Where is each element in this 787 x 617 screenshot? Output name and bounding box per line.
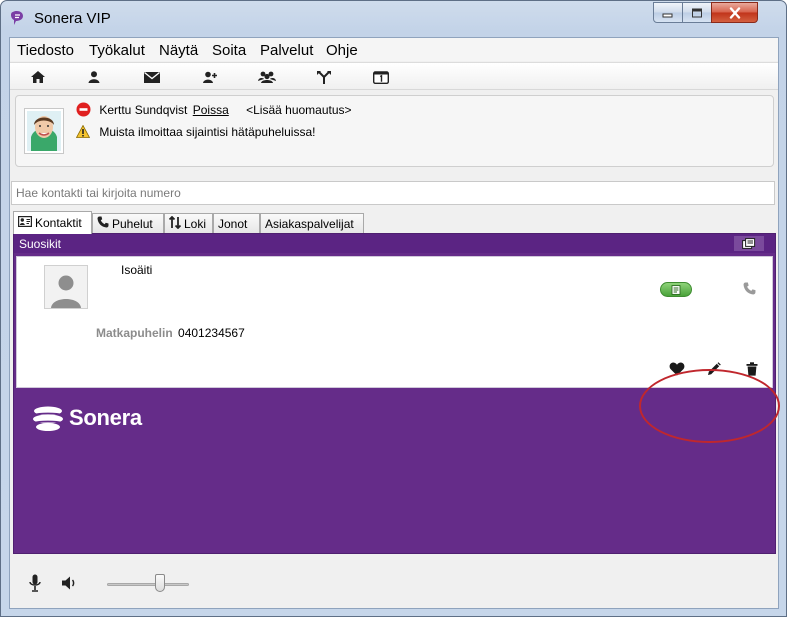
tab-jonot[interactable]: Jonot <box>213 213 260 233</box>
default-avatar-icon <box>51 275 81 308</box>
add-contact-icon[interactable] <box>201 69 219 85</box>
log-icon <box>168 215 182 232</box>
volume-slider-track[interactable] <box>107 583 189 586</box>
favorites-title: Suosikit <box>19 237 62 251</box>
minimize-icon <box>662 13 673 17</box>
app-logo-icon <box>10 10 26 26</box>
tab-asiakaspalvelijat[interactable]: Asiakaspalvelijat <box>260 213 364 233</box>
trash-icon <box>746 362 758 376</box>
close-icon <box>729 6 740 19</box>
menu-soita[interactable]: Soita <box>212 42 246 59</box>
mail-icon[interactable] <box>143 69 161 85</box>
add-note-field[interactable]: <Lisää huomautus> <box>246 103 351 117</box>
volume-slider-thumb[interactable] <box>155 574 165 592</box>
search-input[interactable] <box>12 182 774 204</box>
person-icon[interactable] <box>85 69 103 85</box>
audio-controls <box>10 558 778 608</box>
toolbar <box>10 62 778 90</box>
cards-icon <box>742 238 756 249</box>
menu-tiedosto[interactable]: Tiedosto <box>17 42 74 59</box>
tab-strip: Kontaktit Puhelut Loki Jonot Asiakaspalv… <box>13 211 773 234</box>
tab-label: Jonot <box>218 216 248 231</box>
chat-button[interactable] <box>660 282 692 297</box>
menu-bar: Tiedosto Työkalut Näytä Soita Palvelut O… <box>10 38 778 61</box>
brand-name: Sonera <box>69 405 142 430</box>
menu-palvelut[interactable]: Palvelut <box>260 42 313 59</box>
phone-icon <box>743 282 755 294</box>
calendar-icon[interactable] <box>372 69 390 85</box>
contact-photo <box>44 265 88 309</box>
contact-name: Isoäiti <box>121 263 153 277</box>
title-bar: Sonera VIP <box>1 1 786 35</box>
tab-label: Asiakaspalvelijat <box>265 216 354 231</box>
maximize-icon <box>692 8 702 17</box>
favorites-header: Suosikit <box>14 234 775 253</box>
main-client-area: Tiedosto Työkalut Näytä Soita Palvelut O… <box>9 37 780 609</box>
call-button[interactable] <box>741 280 757 296</box>
maximize-button[interactable] <box>682 2 712 23</box>
home-icon[interactable] <box>29 69 47 85</box>
phone-icon <box>97 216 109 231</box>
phone-row: Matkapuhelin 0401234567 <box>96 326 245 340</box>
contact-card-icon <box>18 216 33 230</box>
user-photo-icon <box>27 111 61 151</box>
tab-label: Kontaktit <box>35 216 82 230</box>
chat-icon <box>671 284 681 295</box>
window-title: Sonera VIP <box>34 10 111 27</box>
user-status-panel: Kerttu Sundqvist Poissa <Lisää huomautus… <box>15 95 774 167</box>
avatar[interactable] <box>24 108 64 154</box>
menu-nayta[interactable]: Näytä <box>159 42 198 59</box>
menu-tyokalut[interactable]: Työkalut <box>89 42 145 59</box>
brand-logo: Sonera <box>31 401 142 435</box>
transfer-icon[interactable] <box>315 69 333 85</box>
presence-status-link[interactable]: Poissa <box>193 103 229 117</box>
phone-type-label: Matkapuhelin <box>96 326 173 340</box>
contacts-content: Suosikit Isoäiti Matkapuhelin 0401234567… <box>13 233 780 554</box>
sonera-logo-icon <box>33 406 63 431</box>
warning-text: Muista ilmoittaa sijaintisi hätäpuheluis… <box>99 125 316 139</box>
menu-ohje[interactable]: Ohje <box>326 42 358 59</box>
warning-icon <box>75 124 91 141</box>
tab-label: Loki <box>184 216 207 231</box>
highlight-annotation <box>639 369 780 443</box>
close-button[interactable] <box>711 2 758 23</box>
contact-card[interactable]: Isoäiti Matkapuhelin 0401234567 <box>16 256 773 388</box>
status-line: Kerttu Sundqvist Poissa <Lisää huomautus… <box>76 102 352 120</box>
tab-loki[interactable]: Loki <box>164 213 213 233</box>
group-icon[interactable] <box>258 69 276 85</box>
search-box <box>11 181 775 205</box>
user-name: Kerttu Sundqvist <box>99 103 188 117</box>
tab-puhelut[interactable]: Puhelut <box>92 213 164 233</box>
favorites-menu-button[interactable] <box>734 236 764 251</box>
tab-label: Puhelut <box>112 216 153 231</box>
microphone-icon[interactable] <box>27 573 43 593</box>
app-window: Sonera VIP Tiedosto Työkalut Näytä Soita… <box>0 0 787 617</box>
tab-kontaktit[interactable]: Kontaktit <box>13 211 92 234</box>
speaker-icon[interactable] <box>60 574 80 592</box>
warning-line: Muista ilmoittaa sijaintisi hätäpuheluis… <box>75 124 316 141</box>
minimize-button[interactable] <box>653 2 683 23</box>
phone-number[interactable]: 0401234567 <box>178 326 245 340</box>
presence-away-icon[interactable] <box>76 102 91 120</box>
